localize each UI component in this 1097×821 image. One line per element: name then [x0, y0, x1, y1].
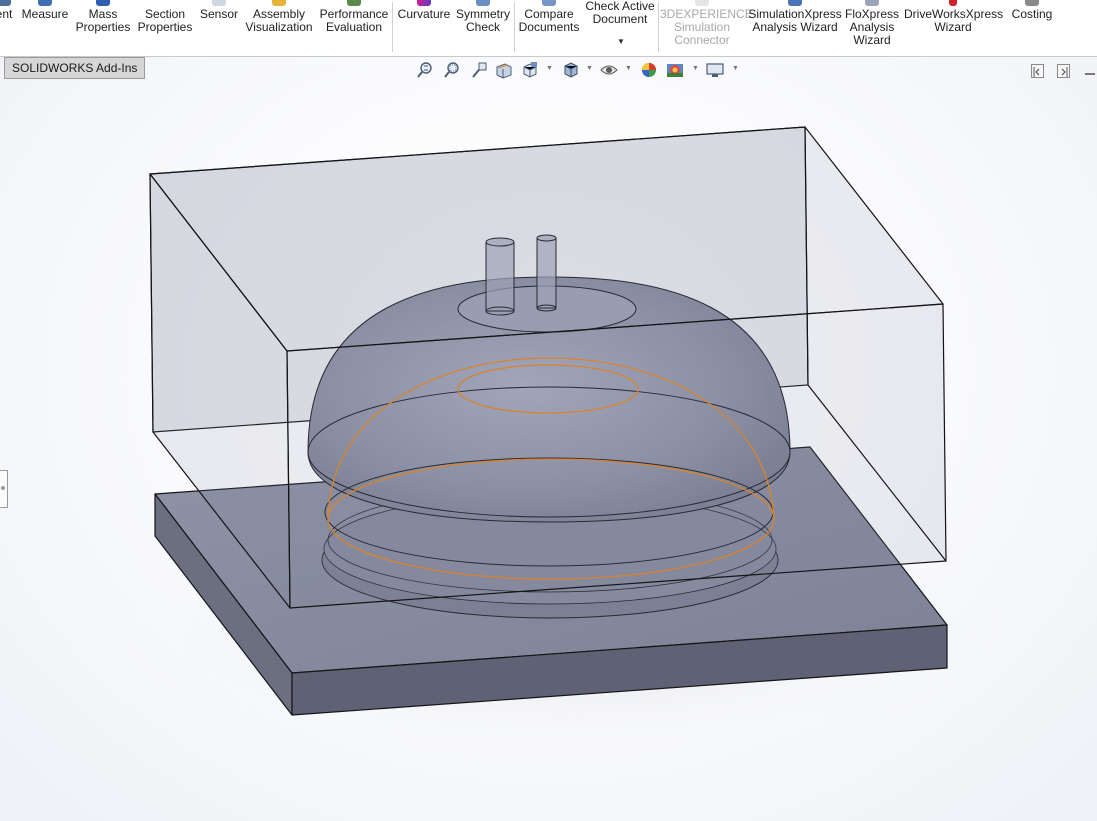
graphics-area-mold-model[interactable] — [0, 0, 1097, 821]
mold-box-front-face — [286, 303, 947, 609]
mold-box-front[interactable] — [149, 126, 947, 609]
